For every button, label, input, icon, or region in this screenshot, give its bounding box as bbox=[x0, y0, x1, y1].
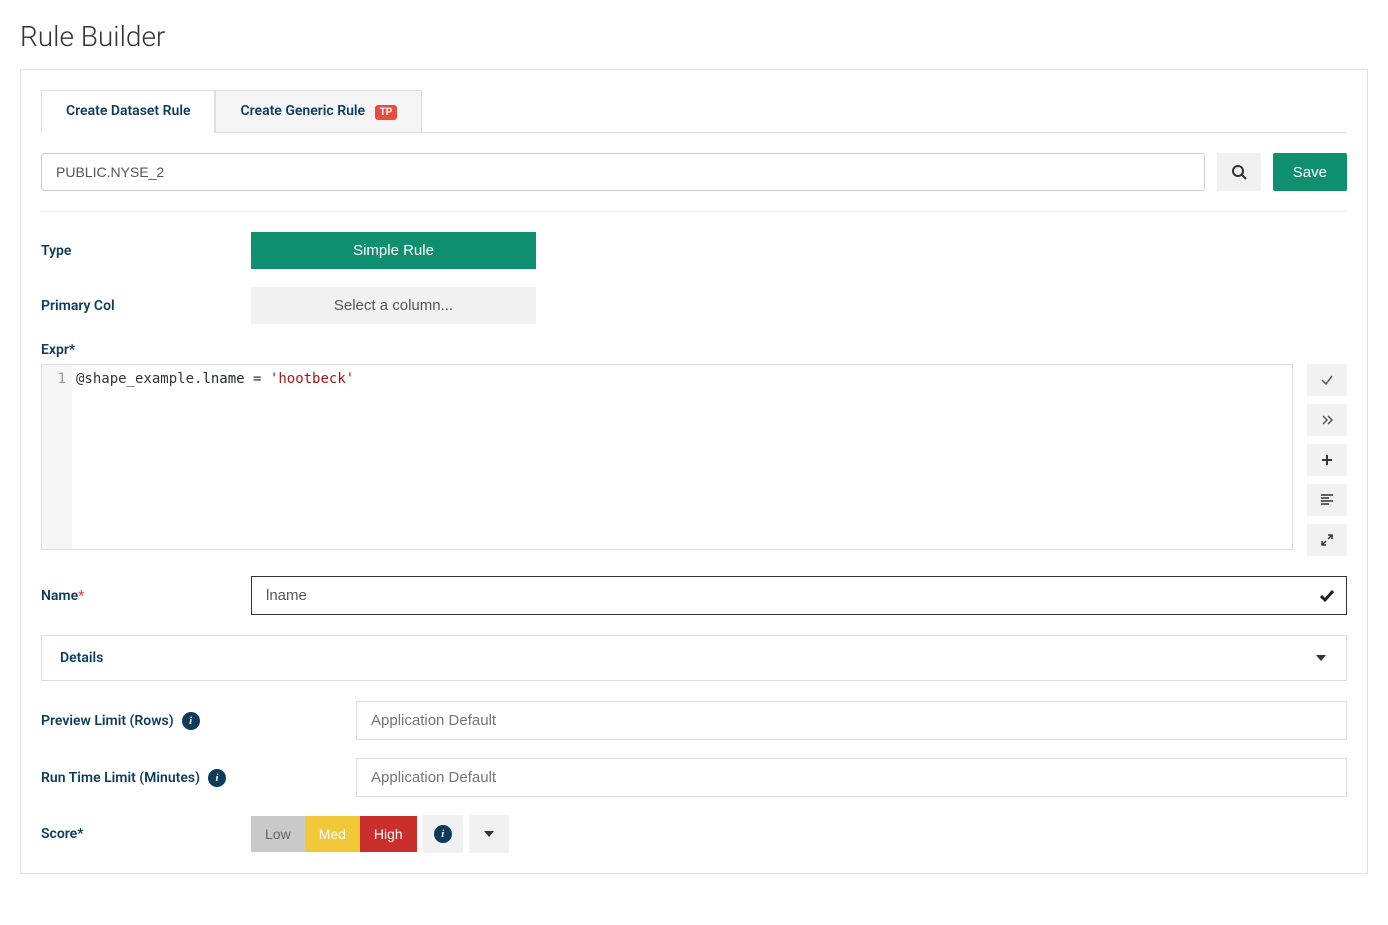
tabs: Create Dataset Rule Create Generic Rule … bbox=[41, 90, 1347, 133]
info-icon[interactable]: i bbox=[208, 769, 226, 787]
search-button[interactable] bbox=[1217, 153, 1261, 191]
name-valid-icon bbox=[1319, 588, 1335, 604]
expr-code-editor[interactable]: 1 @shape_example.lname = 'hootbeck' bbox=[41, 364, 1293, 550]
details-title: Details bbox=[60, 650, 103, 666]
tab-create-dataset-rule[interactable]: Create Dataset Rule bbox=[41, 90, 215, 133]
chevron-down-icon bbox=[1314, 653, 1328, 663]
check-icon bbox=[1320, 373, 1334, 387]
dataset-search-input[interactable] bbox=[41, 153, 1205, 191]
preview-limit-input[interactable] bbox=[356, 701, 1347, 740]
editor-content[interactable]: @shape_example.lname = 'hootbeck' bbox=[72, 365, 1292, 549]
align-left-icon bbox=[1320, 494, 1334, 506]
tab-create-generic-rule[interactable]: Create Generic Rule TP bbox=[215, 90, 422, 132]
expand-icon bbox=[1321, 534, 1333, 546]
score-high-button[interactable]: High bbox=[360, 816, 417, 852]
validate-button[interactable] bbox=[1307, 364, 1347, 396]
score-low-button[interactable]: Low bbox=[251, 816, 305, 852]
format-button[interactable] bbox=[1307, 484, 1347, 516]
expand-button[interactable] bbox=[1307, 524, 1347, 556]
tab-label: Create Generic Rule bbox=[240, 103, 365, 119]
runtime-limit-input[interactable] bbox=[356, 758, 1347, 797]
page-title: Rule Builder bbox=[20, 20, 1368, 53]
plus-icon bbox=[1321, 454, 1333, 466]
details-accordion[interactable]: Details bbox=[41, 635, 1347, 681]
expr-label: Expr* bbox=[41, 342, 1347, 358]
editor-toolbar bbox=[1307, 364, 1347, 556]
score-dropdown-button[interactable] bbox=[469, 815, 509, 853]
name-input[interactable] bbox=[251, 576, 1347, 615]
add-button[interactable] bbox=[1307, 444, 1347, 476]
runtime-limit-label: Run Time Limit (Minutes) i bbox=[41, 769, 356, 787]
tab-label: Create Dataset Rule bbox=[66, 103, 190, 119]
primary-col-dropdown[interactable]: Select a column... bbox=[251, 287, 536, 324]
info-icon: i bbox=[434, 825, 452, 843]
info-icon[interactable]: i bbox=[182, 712, 200, 730]
name-label: Name* bbox=[41, 588, 251, 604]
score-label: Score* bbox=[41, 826, 251, 842]
score-info-button[interactable]: i bbox=[423, 815, 463, 853]
save-button[interactable]: Save bbox=[1273, 153, 1347, 191]
preview-limit-label: Preview Limit (Rows) i bbox=[41, 712, 356, 730]
forward-button[interactable] bbox=[1307, 404, 1347, 436]
score-med-button[interactable]: Med bbox=[305, 816, 360, 852]
search-icon bbox=[1231, 164, 1247, 180]
tp-badge: TP bbox=[375, 105, 398, 120]
double-chevron-right-icon bbox=[1320, 413, 1334, 427]
rule-builder-panel: Create Dataset Rule Create Generic Rule … bbox=[20, 69, 1368, 874]
type-label: Type bbox=[41, 243, 251, 259]
check-bold-icon bbox=[1319, 588, 1335, 604]
type-dropdown[interactable]: Simple Rule bbox=[251, 232, 536, 269]
editor-gutter: 1 bbox=[42, 365, 72, 549]
primary-col-label: Primary Col bbox=[41, 298, 251, 314]
caret-down-icon bbox=[483, 830, 495, 838]
